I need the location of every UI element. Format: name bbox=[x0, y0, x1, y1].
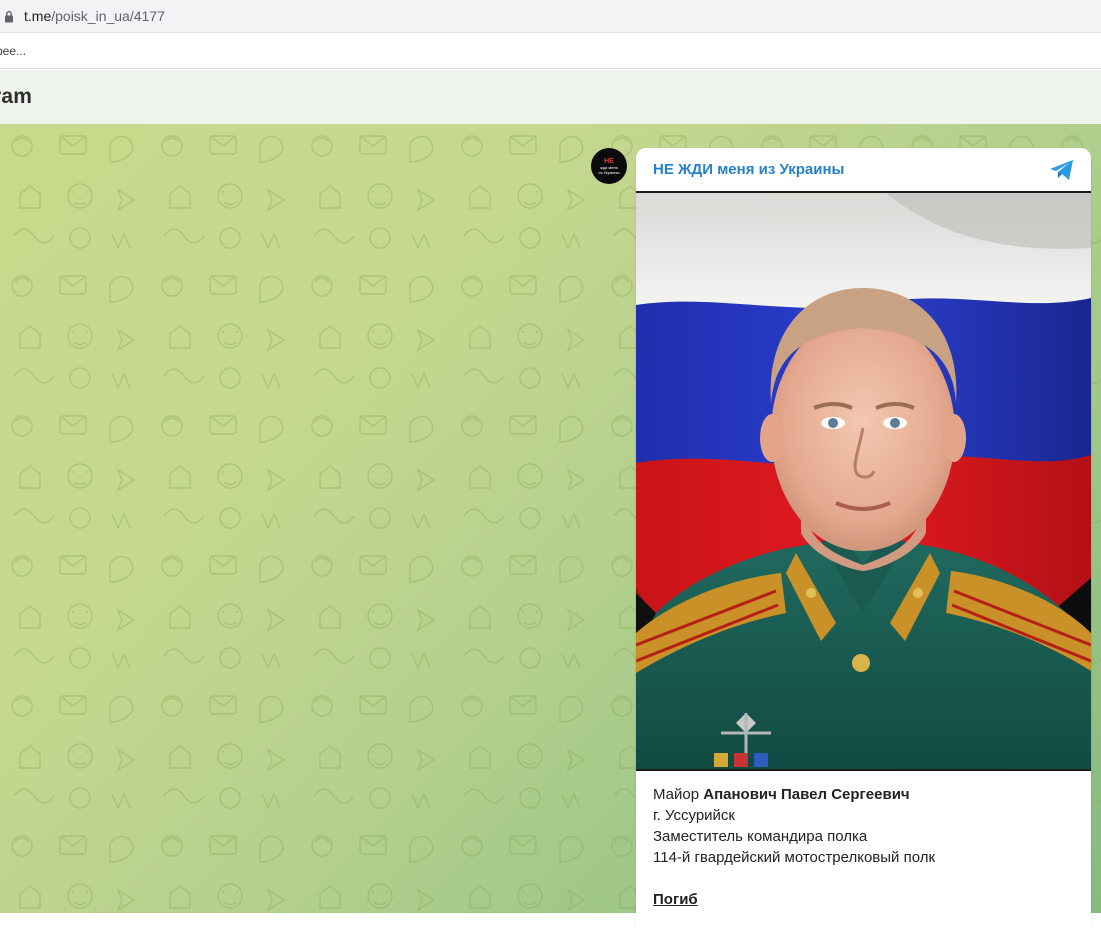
channel-avatar[interactable]: НЕ жди меня из Украины bbox=[591, 148, 627, 184]
caption-unit: 114-й гвардейский мотострелковый полк bbox=[653, 849, 936, 866]
lock-icon bbox=[5, 10, 13, 22]
url-host: t.me bbox=[24, 8, 52, 24]
url-path: /poisk_in_ua/4177 bbox=[51, 8, 165, 24]
browser-address-bar[interactable]: t.me/poisk_in_ua/4177 bbox=[0, 0, 1101, 33]
caption-name-line: Майор Апанович Павел Сергеевич bbox=[653, 784, 1078, 805]
bookmarks-bar: рее... bbox=[0, 33, 1101, 69]
portrait-illustration bbox=[636, 193, 1091, 769]
url-text[interactable]: t.me/poisk_in_ua/4177 bbox=[24, 8, 165, 24]
avatar-text-line3: из Украины bbox=[598, 169, 620, 175]
channel-name-link[interactable]: НЕ ЖДИ меня из Украины bbox=[653, 161, 844, 178]
message-header: НЕ ЖДИ меня из Украины bbox=[636, 148, 1091, 191]
caption-position: Заместитель командира полка bbox=[653, 828, 868, 845]
telegram-logo-text[interactable]: ram bbox=[0, 85, 32, 109]
bookmark-item[interactable]: рее... bbox=[0, 44, 26, 58]
caption-status-link[interactable]: Погиб bbox=[653, 891, 698, 908]
post-caption: Майор Апанович Павел Сергеевич г. Уссури… bbox=[653, 784, 1078, 910]
message-bubble: НЕ ЖДИ меня из Украины Майор Апанович Па… bbox=[636, 148, 1091, 928]
telegram-plane-icon[interactable] bbox=[1049, 159, 1075, 181]
post-photo[interactable] bbox=[636, 191, 1091, 771]
caption-city: г. Уссурийск bbox=[653, 807, 735, 824]
caption-rank: Майор bbox=[653, 786, 700, 803]
telegram-page-header: ram bbox=[0, 70, 1101, 124]
caption-full-name: Апанович Павел Сергеевич bbox=[703, 786, 910, 803]
avatar-text-ne: НЕ bbox=[604, 157, 614, 165]
